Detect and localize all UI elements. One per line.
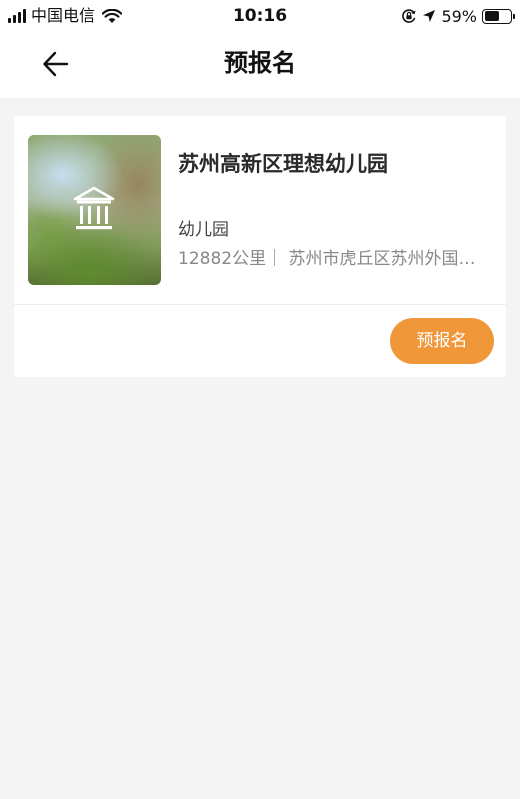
school-thumbnail[interactable] — [28, 135, 161, 285]
nav-bar: 预报名 — [0, 32, 520, 98]
orientation-lock-icon — [402, 9, 417, 23]
status-bar: 中国电信 10:16 59% — [0, 0, 520, 32]
status-right: 59% — [401, 6, 515, 26]
school-type: 幼儿园 — [178, 220, 229, 240]
school-card[interactable]: 苏州高新区理想幼儿园 幼儿园 12882公里｜ 苏州市虎丘区苏州外国语学校 预报… — [14, 116, 506, 377]
school-distance-address: 12882公里｜ 苏州市虎丘区苏州外国语学校 — [178, 249, 488, 269]
battery-fill — [484, 11, 500, 21]
school-name: 苏州高新区理想幼儿园 — [178, 152, 388, 176]
bank-building-icon — [73, 186, 115, 230]
battery-percent: 59% — [441, 6, 477, 26]
battery-icon — [482, 8, 515, 24]
card-divider — [14, 304, 506, 305]
pre-register-button[interactable]: 预报名 — [390, 318, 494, 364]
location-arrow-icon — [423, 10, 436, 22]
page-title: 预报名 — [224, 49, 296, 77]
